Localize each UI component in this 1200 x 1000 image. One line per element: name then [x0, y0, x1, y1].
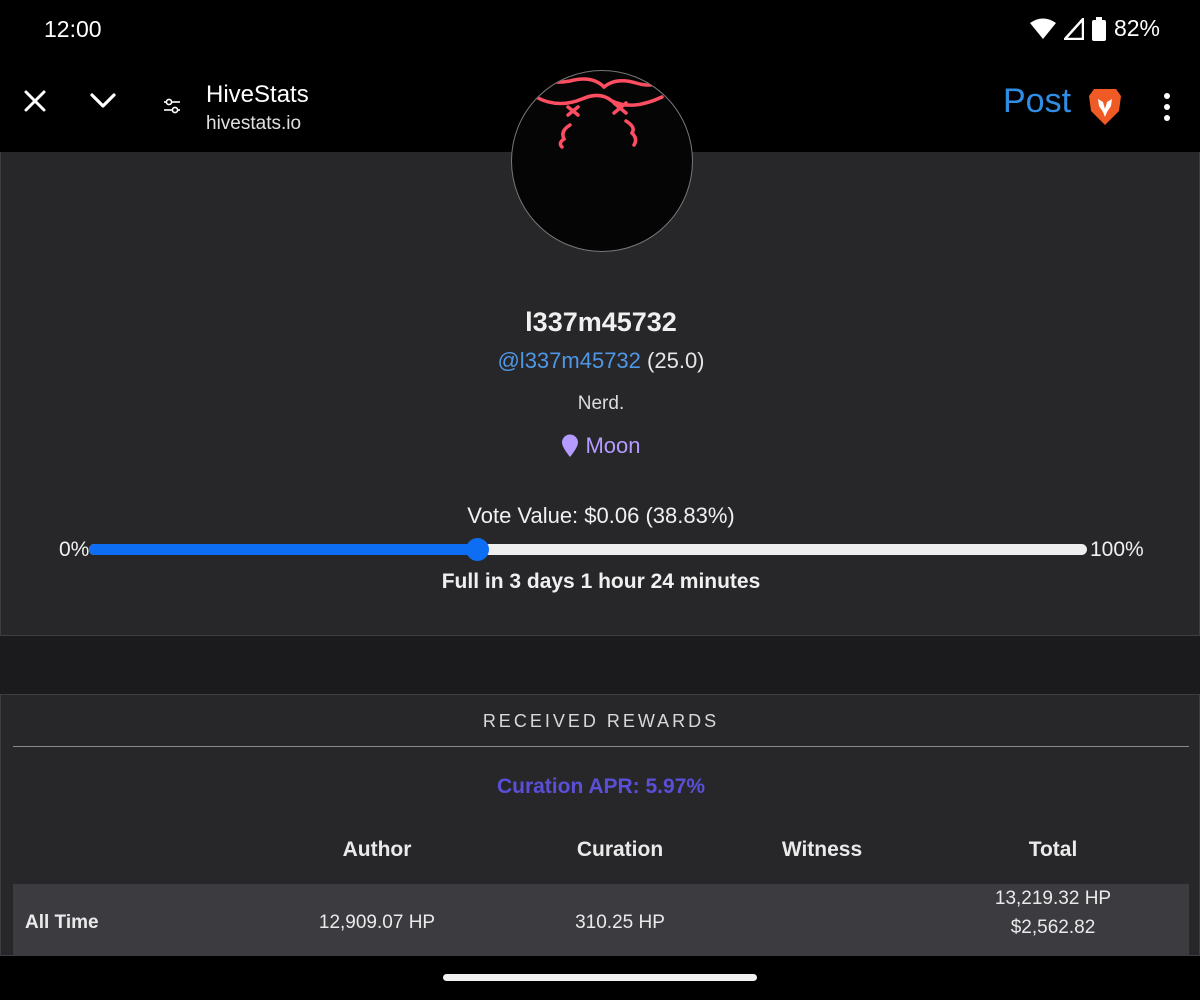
status-bar: 12:00 82% — [0, 0, 1200, 60]
post-button[interactable]: Post — [1003, 82, 1071, 121]
divider — [13, 746, 1189, 747]
vote-power-thumb[interactable] — [465, 538, 489, 561]
tune-icon — [164, 98, 180, 114]
more-menu-button[interactable] — [1154, 90, 1180, 124]
avatar[interactable] — [511, 70, 693, 252]
curation-cell: 310.25 HP — [575, 912, 665, 933]
column-header-curation: Curation — [576, 838, 664, 861]
status-time: 12:00 — [44, 16, 102, 42]
collapse-button[interactable] — [84, 82, 122, 120]
wifi-icon — [1029, 18, 1056, 39]
battery-percent: 82% — [1113, 15, 1160, 41]
site-url[interactable]: hivestats.io — [206, 113, 301, 135]
vote-power-fill — [89, 544, 477, 555]
vote-value: Vote Value: $0.06 (38.83%) — [467, 503, 735, 528]
site-title: HiveStats — [206, 81, 309, 108]
column-header-witness: Witness — [781, 838, 863, 861]
location-text: Moon — [585, 433, 641, 458]
total-hp-cell: 13,219.32 HP — [994, 888, 1112, 909]
table-row: All Time 12,909.07 HP 310.25 HP 13,219.3… — [13, 884, 1189, 957]
more-vert-icon — [1164, 93, 1170, 99]
rewards-heading: RECEIVED REWARDS — [482, 711, 720, 731]
brave-button[interactable] — [1087, 87, 1123, 127]
reputation: (25.0) — [647, 348, 705, 373]
display-name: l337m45732 — [525, 307, 677, 337]
system-nav-bar — [0, 956, 1200, 1000]
avatar-neon-crab-image — [532, 73, 670, 149]
handle-line: @l337m45732 (25.0) — [1, 348, 1200, 374]
close-button[interactable] — [16, 82, 54, 120]
battery-icon — [1091, 16, 1106, 41]
curation-apr: Curation APR: 5.97% — [496, 775, 706, 798]
row-label: All Time — [25, 912, 99, 933]
received-rewards-card: RECEIVED REWARDS Curation APR: 5.97% Aut… — [0, 694, 1200, 957]
vote-max-label: 100% — [1090, 538, 1144, 561]
author-cell: 12,909.07 HP — [318, 912, 436, 933]
vote-min-label: 0% — [59, 538, 90, 561]
total-usd-cell: $2,562.82 — [1010, 917, 1096, 938]
location: Moon — [1, 433, 1200, 459]
profile-card: l337m45732 @l337m45732 (25.0) Nerd. Moon… — [0, 70, 1200, 636]
chevron-down-icon — [90, 93, 116, 108]
handle-link[interactable]: @l337m45732 — [497, 348, 640, 373]
map-pin-icon — [562, 434, 579, 457]
brave-lion-icon — [1089, 89, 1121, 125]
signal-icon — [1063, 17, 1084, 40]
home-gesture-handle[interactable] — [443, 974, 757, 981]
voting-power-recharge: Full in 3 days 1 hour 24 minutes — [441, 570, 761, 593]
column-header-author: Author — [342, 838, 412, 861]
bio: Nerd. — [577, 393, 625, 414]
close-icon — [24, 90, 46, 112]
column-header-total: Total — [1028, 838, 1078, 861]
site-settings-button[interactable] — [160, 94, 184, 118]
status-icons: 82% — [1029, 15, 1160, 42]
vote-power-slider[interactable] — [89, 538, 1087, 561]
